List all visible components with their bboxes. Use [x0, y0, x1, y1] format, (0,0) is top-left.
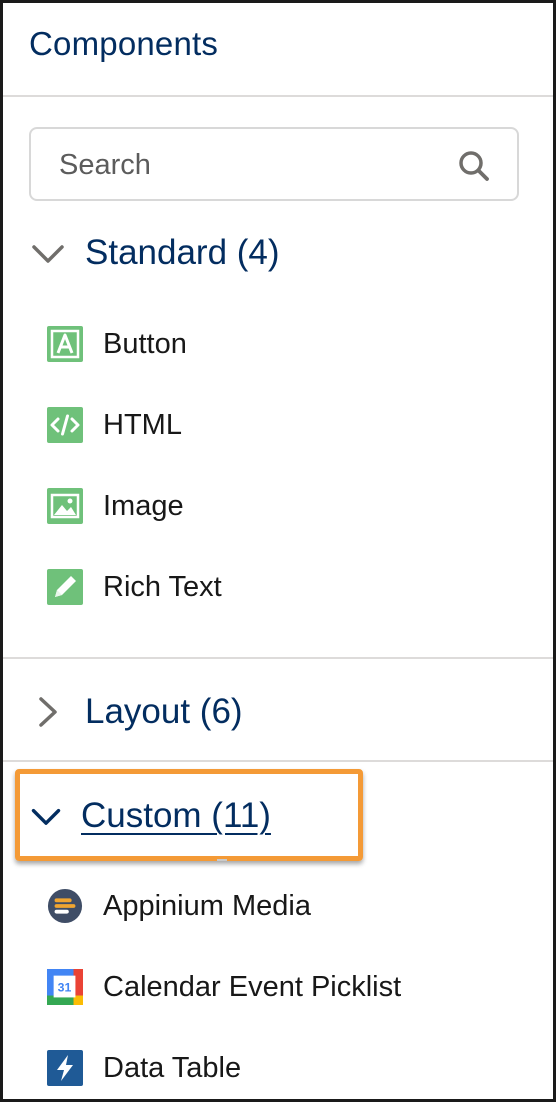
search-box[interactable]: [29, 127, 519, 201]
html-code-icon: [47, 407, 83, 443]
appinium-icon: [47, 888, 83, 924]
drag-indicator: [217, 859, 227, 861]
chevron-down-icon: [31, 808, 61, 825]
image-icon: [47, 488, 83, 524]
section-layout-header[interactable]: Layout (6): [29, 687, 243, 737]
button-icon: [47, 326, 83, 362]
lightning-icon: [47, 1050, 83, 1086]
component-item-button[interactable]: Button: [47, 322, 187, 366]
chevron-down-icon: [32, 245, 64, 263]
component-item-label: HTML: [103, 408, 182, 441]
component-item-label: Image: [103, 489, 184, 522]
component-item-label: Calendar Event Picklist: [103, 970, 402, 1003]
chevron-right-icon: [39, 697, 57, 727]
search-input[interactable]: [59, 145, 459, 185]
section-custom-header[interactable]: Custom (11): [29, 791, 271, 841]
component-item-appinium-media[interactable]: Appinium Media: [47, 884, 311, 928]
component-item-label: Appinium Media: [103, 889, 311, 922]
component-item-html[interactable]: HTML: [47, 403, 182, 447]
section-layout-label: Layout (6): [85, 692, 243, 731]
svg-text:31: 31: [58, 981, 72, 995]
section-standard-header[interactable]: Standard (4): [29, 228, 280, 278]
component-item-data-table[interactable]: Data Table: [47, 1046, 241, 1090]
component-item-label: Data Table: [103, 1051, 242, 1084]
component-item-label: Rich Text: [103, 570, 222, 603]
component-item-label: Button: [103, 327, 187, 360]
calendar-icon: 31: [47, 969, 83, 1005]
component-item-image[interactable]: Image: [47, 484, 184, 528]
search-icon[interactable]: [457, 149, 491, 183]
section-custom-label: Custom (11): [81, 796, 271, 835]
component-item-calendar-event-picklist[interactable]: 31 Calendar Event Picklist: [47, 965, 401, 1009]
panel-title: Components: [29, 25, 219, 62]
components-panel: Components Standard (4) Button: [0, 0, 556, 1102]
section-divider: [3, 760, 553, 762]
pencil-icon: [47, 569, 83, 605]
component-item-rich-text[interactable]: Rich Text: [47, 565, 222, 609]
header-divider: [3, 95, 553, 97]
section-standard-label: Standard (4): [85, 233, 280, 272]
section-divider: [3, 657, 553, 659]
